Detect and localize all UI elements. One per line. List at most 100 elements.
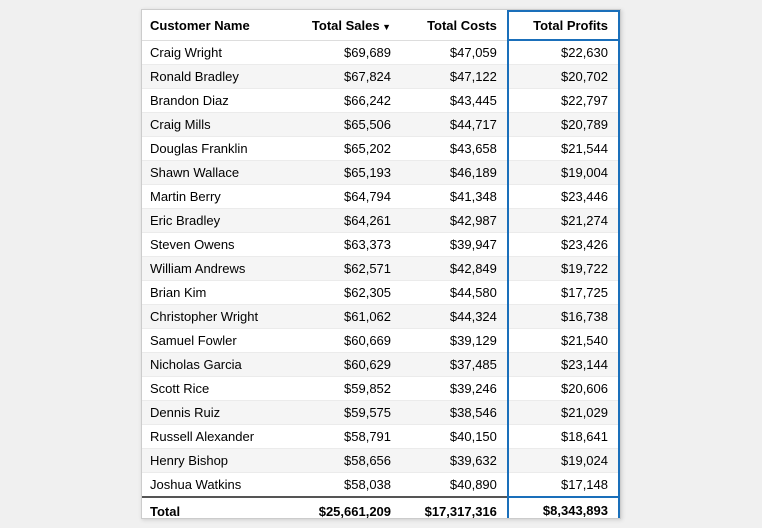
cell-name: Dennis Ruiz [142,401,287,425]
cell-sales: $60,629 [287,353,401,377]
cell-sales: $64,794 [287,185,401,209]
cell-name: Brandon Diaz [142,89,287,113]
cell-name: Martin Berry [142,185,287,209]
table-row: Scott Rice$59,852$39,246$20,606 [142,377,619,401]
cell-sales: $58,656 [287,449,401,473]
cell-costs: $38,546 [401,401,508,425]
table-row: Joshua Watkins$58,038$40,890$17,148 [142,473,619,498]
table-row: Martin Berry$64,794$41,348$23,446 [142,185,619,209]
cell-name: Scott Rice [142,377,287,401]
cell-name: Steven Owens [142,233,287,257]
cell-profits: $20,789 [508,113,619,137]
table-row: Brandon Diaz$66,242$43,445$22,797 [142,89,619,113]
cell-name: Shawn Wallace [142,161,287,185]
table-row: Christopher Wright$61,062$44,324$16,738 [142,305,619,329]
cell-profits: $22,630 [508,40,619,65]
cell-costs: $43,658 [401,137,508,161]
cell-name: Joshua Watkins [142,473,287,498]
cell-name: Craig Mills [142,113,287,137]
cell-costs: $37,485 [401,353,508,377]
table-row: Dennis Ruiz$59,575$38,546$21,029 [142,401,619,425]
cell-costs: $46,189 [401,161,508,185]
cell-sales: $61,062 [287,305,401,329]
cell-costs: $39,632 [401,449,508,473]
cell-profits: $17,725 [508,281,619,305]
cell-name: Ronald Bradley [142,65,287,89]
cell-profits: $19,004 [508,161,619,185]
cell-sales: $58,038 [287,473,401,498]
cell-costs: $39,246 [401,377,508,401]
cell-sales: $69,689 [287,40,401,65]
table-row: Ronald Bradley$67,824$47,122$20,702 [142,65,619,89]
cell-costs: $42,987 [401,209,508,233]
cell-costs: $47,122 [401,65,508,89]
cell-name: Nicholas Garcia [142,353,287,377]
cell-costs: $39,129 [401,329,508,353]
cell-profits: $20,606 [508,377,619,401]
cell-name: Christopher Wright [142,305,287,329]
cell-costs: $42,849 [401,257,508,281]
cell-profits: $20,702 [508,65,619,89]
cell-sales: $66,242 [287,89,401,113]
cell-sales: $60,669 [287,329,401,353]
col-header-profits[interactable]: Total Profits [508,11,619,40]
cell-costs: $40,150 [401,425,508,449]
table-row: Henry Bishop$58,656$39,632$19,024 [142,449,619,473]
cell-name: Samuel Fowler [142,329,287,353]
cell-profits: $21,544 [508,137,619,161]
cell-profits: $17,148 [508,473,619,498]
cell-sales: $62,571 [287,257,401,281]
table-row: Nicholas Garcia$60,629$37,485$23,144 [142,353,619,377]
cell-sales: $64,261 [287,209,401,233]
cell-sales: $59,575 [287,401,401,425]
cell-profits: $21,029 [508,401,619,425]
cell-sales: $59,852 [287,377,401,401]
cell-sales: $65,202 [287,137,401,161]
table-row: Douglas Franklin$65,202$43,658$21,544 [142,137,619,161]
table-scroll-area[interactable]: Customer Name Total Sales Total Costs To… [142,10,620,518]
cell-costs: $40,890 [401,473,508,498]
table-row: Samuel Fowler$60,669$39,129$21,540 [142,329,619,353]
col-header-name[interactable]: Customer Name [142,11,287,40]
cell-costs: $41,348 [401,185,508,209]
cell-profits: $19,024 [508,449,619,473]
cell-costs: $43,445 [401,89,508,113]
col-header-sales[interactable]: Total Sales [287,11,401,40]
table-row: Eric Bradley$64,261$42,987$21,274 [142,209,619,233]
cell-costs: $39,947 [401,233,508,257]
cell-costs: $44,580 [401,281,508,305]
total-costs: $17,317,316 [401,497,508,518]
cell-sales: $67,824 [287,65,401,89]
total-sales: $25,661,209 [287,497,401,518]
cell-profits: $18,641 [508,425,619,449]
cell-name: Eric Bradley [142,209,287,233]
table-row: Craig Wright$69,689$47,059$22,630 [142,40,619,65]
cell-sales: $65,193 [287,161,401,185]
cell-name: Craig Wright [142,40,287,65]
table-header-row: Customer Name Total Sales Total Costs To… [142,11,619,40]
cell-profits: $23,446 [508,185,619,209]
table-row: Shawn Wallace$65,193$46,189$19,004 [142,161,619,185]
cell-sales: $58,791 [287,425,401,449]
col-header-costs[interactable]: Total Costs [401,11,508,40]
cell-profits: $23,144 [508,353,619,377]
cell-name: Henry Bishop [142,449,287,473]
cell-name: Douglas Franklin [142,137,287,161]
cell-sales: $65,506 [287,113,401,137]
cell-costs: $47,059 [401,40,508,65]
cell-costs: $44,717 [401,113,508,137]
table-row: William Andrews$62,571$42,849$19,722 [142,257,619,281]
cell-name: Brian Kim [142,281,287,305]
total-label: Total [142,497,287,518]
total-profits: $8,343,893 [508,497,619,518]
cell-profits: $19,722 [508,257,619,281]
cell-profits: $23,426 [508,233,619,257]
cell-sales: $63,373 [287,233,401,257]
cell-costs: $44,324 [401,305,508,329]
cell-profits: $21,274 [508,209,619,233]
data-table: Customer Name Total Sales Total Costs To… [141,9,621,519]
cell-sales: $62,305 [287,281,401,305]
cell-profits: $22,797 [508,89,619,113]
cell-profits: $21,540 [508,329,619,353]
cell-profits: $16,738 [508,305,619,329]
